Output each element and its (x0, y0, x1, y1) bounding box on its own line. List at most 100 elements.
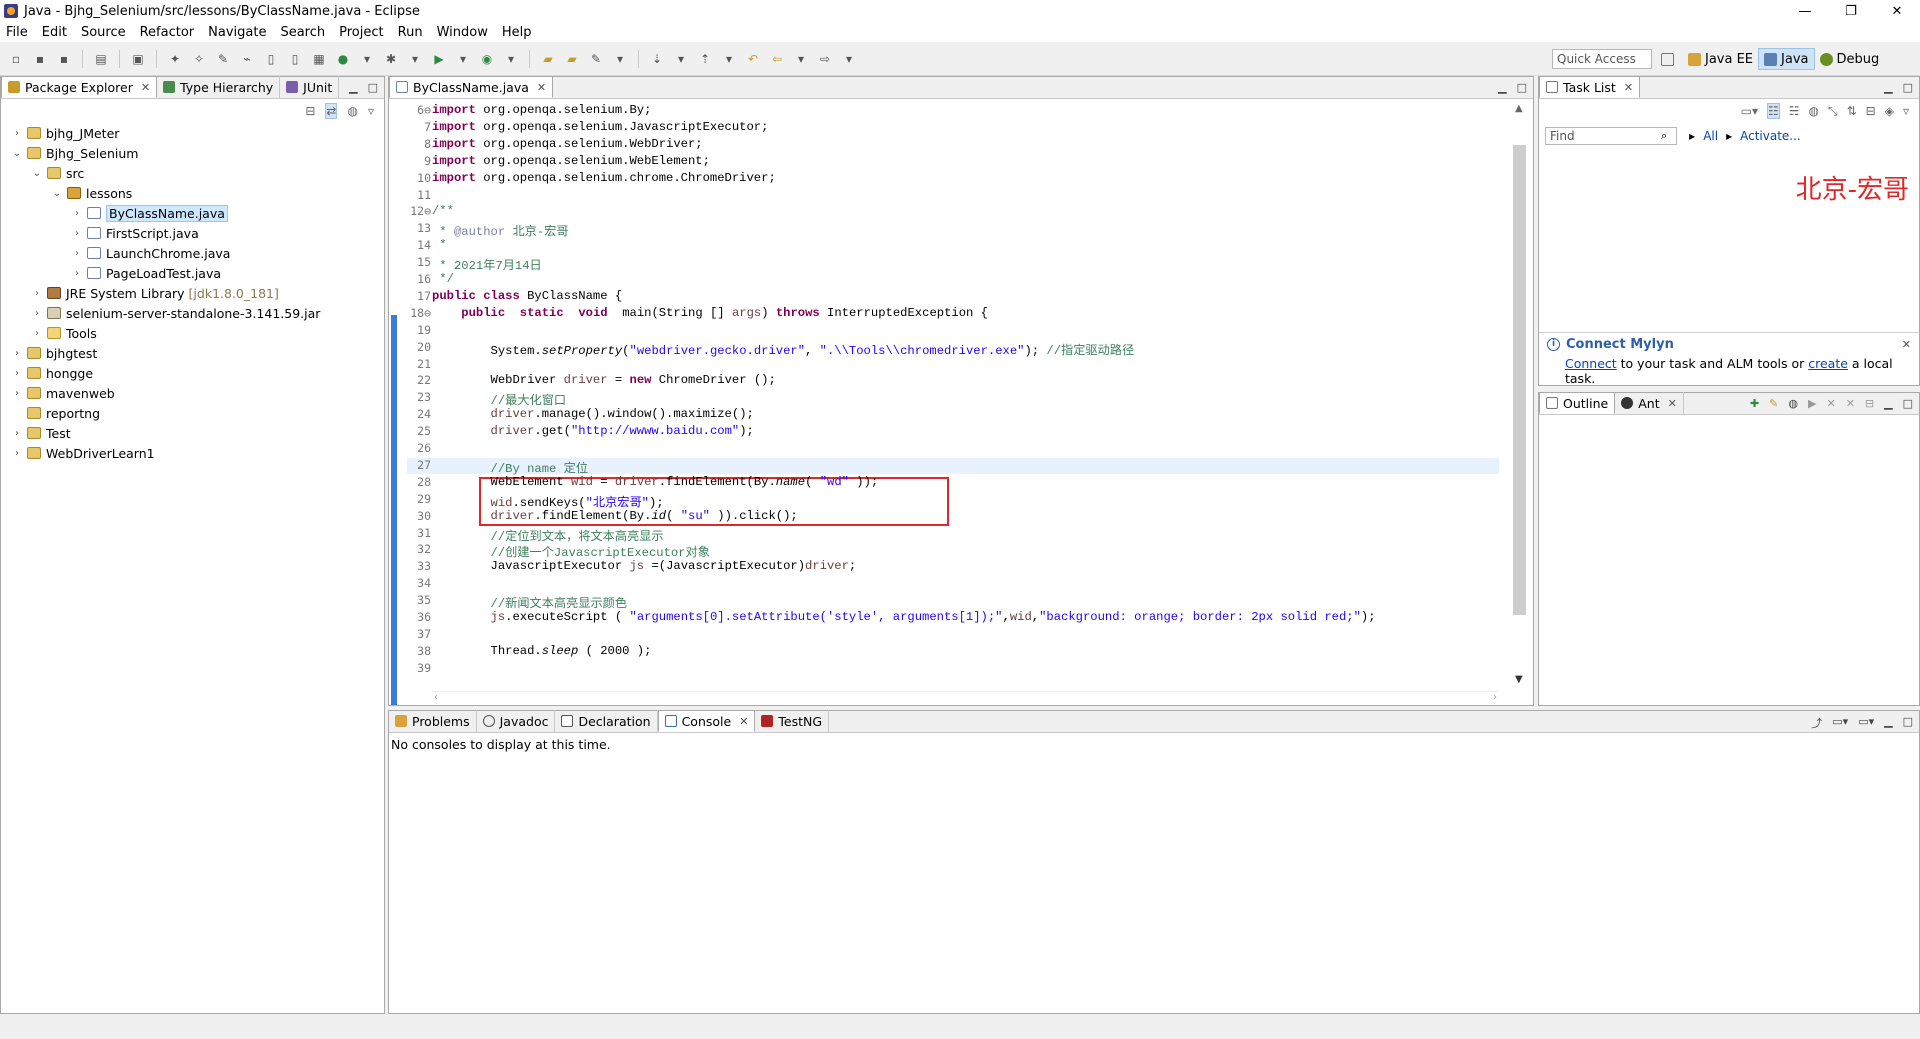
vertical-scrollbar[interactable]: ▲ ▼ (1499, 99, 1533, 705)
grid-icon[interactable]: ▦ (311, 51, 327, 67)
tab-problems[interactable]: Problems (389, 710, 477, 732)
focus-icon[interactable]: ◍ (1809, 104, 1819, 118)
search-buildfile-icon[interactable]: ✎ (1769, 397, 1778, 410)
tree-item[interactable]: reportng (1, 403, 384, 423)
show-ui-legend-icon[interactable]: ◈ (1885, 104, 1894, 118)
code-line[interactable]: WebElement wid = driver.findElement(By.n… (432, 475, 879, 489)
tab-testng[interactable]: TestNG (755, 710, 830, 732)
tree-item[interactable]: › ByClassName.java (1, 203, 384, 223)
maximize-view-icon[interactable]: □ (1517, 81, 1527, 94)
view-menu-icon[interactable]: ▿ (368, 104, 374, 118)
chevron-down-icon[interactable]: ⌄ (11, 148, 23, 159)
tree-item[interactable]: ⌄ src (1, 163, 384, 183)
open-folder-icon[interactable]: ▰ (540, 51, 556, 67)
task-find-input[interactable]: Find (1545, 127, 1677, 145)
chevron-down-icon[interactable]: ▾ (793, 51, 809, 67)
tree-item[interactable]: › selenium-server-standalone-3.141.59.jar (1, 303, 384, 323)
code-line[interactable]: public class ByClassName { (432, 289, 622, 303)
connect-link[interactable]: Connect (1565, 356, 1617, 371)
view-menu-icon[interactable]: ▿ (1903, 104, 1909, 118)
tree-item[interactable]: ⌄ lessons (1, 183, 384, 203)
code-line[interactable]: import org.openqa.selenium.JavascriptExe… (432, 120, 768, 134)
chevron-right-icon[interactable]: › (71, 228, 83, 239)
menu-file[interactable]: File (6, 25, 28, 40)
activate-link[interactable]: Activate... (1740, 129, 1801, 143)
code-line[interactable]: driver.get("http://wwww.baidu.com"); (432, 424, 754, 438)
chevron-right-icon[interactable]: › (71, 248, 83, 259)
last-edit-icon[interactable]: ↶ (745, 51, 761, 67)
chevron-down-icon[interactable]: ▾ (407, 51, 423, 67)
menu-edit[interactable]: Edit (42, 25, 67, 40)
code-line[interactable]: * 2021年7月14日 (432, 255, 541, 273)
tree-item[interactable]: › hongge (1, 363, 384, 383)
focus-icon[interactable]: ◍ (347, 104, 357, 118)
run-target-icon[interactable]: ◍ (1788, 397, 1798, 410)
remove-icon[interactable]: ✕ (1826, 397, 1835, 410)
close-icon[interactable]: ✕ (1624, 81, 1633, 94)
chevron-right-icon[interactable]: › (11, 448, 23, 459)
close-icon[interactable]: ✕ (739, 715, 748, 728)
code-line[interactable]: import org.openqa.selenium.WebDriver; (432, 137, 703, 151)
menu-search[interactable]: Search (280, 25, 325, 40)
close-icon[interactable]: ✕ (141, 81, 150, 94)
collapse-all-icon[interactable]: ⊟ (1866, 104, 1876, 118)
code-line[interactable]: //新闻文本高亮显示颜色 (432, 593, 628, 611)
tree-item[interactable]: › Tools (1, 323, 384, 343)
tree-item[interactable]: › LaunchChrome.java (1, 243, 384, 263)
code-line[interactable]: //最大化窗口 (432, 390, 567, 408)
open-perspective-button[interactable] (1656, 48, 1683, 70)
pin-console-icon[interactable]: ⤴ (1811, 715, 1822, 731)
tab-package-explorer[interactable]: Package Explorer ✕ (1, 76, 158, 98)
menu-project[interactable]: Project (339, 25, 383, 40)
tree-item[interactable]: › mavenweb (1, 383, 384, 403)
link-with-editor-icon[interactable]: ⇄ (325, 103, 338, 119)
collapse-icon[interactable]: ⤡ (1828, 104, 1838, 119)
code-line[interactable]: driver.manage().window().maximize(); (432, 407, 754, 421)
tree-item[interactable]: ⌄ Bjhg_Selenium (1, 143, 384, 163)
code-line[interactable]: * @author 北京-宏哥 (432, 221, 568, 239)
tab-console[interactable]: Console ✕ (657, 710, 756, 732)
chevron-down-icon[interactable]: ⌄ (31, 168, 43, 179)
menu-source[interactable]: Source (81, 25, 126, 40)
new-icon[interactable]: ▫ (8, 51, 24, 67)
new-task-icon[interactable]: ▭▾ (1741, 104, 1758, 118)
print-icon[interactable]: ▤ (93, 51, 109, 67)
tree-item[interactable]: › bjhg_JMeter (1, 123, 384, 143)
all-link[interactable]: All (1703, 129, 1718, 143)
scheduled-icon[interactable]: ☵ (1789, 104, 1800, 118)
scroll-left-icon[interactable]: ‹ (434, 692, 438, 703)
code-line[interactable]: //定位到文本，将文本高亮显示 (432, 526, 664, 544)
next-annotation-icon[interactable]: ⇣ (649, 51, 665, 67)
tree-item[interactable]: › FirstScript.java (1, 223, 384, 243)
code-line[interactable]: import org.openqa.selenium.chrome.Chrome… (432, 171, 776, 185)
code-line[interactable]: System.setProperty("webdriver.gecko.driv… (432, 340, 1135, 358)
quick-access-input[interactable]: Quick Access (1552, 49, 1652, 69)
chevron-down-icon[interactable]: ▾ (503, 51, 519, 67)
chevron-down-icon[interactable]: ▾ (612, 51, 628, 67)
chevron-right-icon[interactable]: › (71, 208, 83, 219)
minimize-view-icon[interactable]: ▁ (1884, 81, 1892, 94)
new-java-project-icon[interactable]: ● (335, 51, 351, 67)
tab-junit[interactable]: JUnit (280, 76, 340, 98)
chevron-right-icon[interactable]: › (31, 288, 43, 299)
close-icon[interactable]: ✕ (1902, 338, 1911, 351)
maximize-button[interactable]: ❐ (1828, 0, 1874, 22)
chevron-right-icon[interactable]: › (11, 128, 23, 139)
code-area[interactable]: ▲ ▼ ‹ › 6⊖ import org.openqa.selenium.By;… (389, 99, 1533, 705)
menu-run[interactable]: Run (398, 25, 423, 40)
add-buildfile-icon[interactable]: ✚ (1750, 397, 1759, 410)
tree-item[interactable]: › PageLoadTest.java (1, 263, 384, 283)
chevron-right-icon[interactable]: › (11, 348, 23, 359)
scroll-right-icon[interactable]: › (1493, 692, 1497, 703)
open-type-icon[interactable]: ▯ (263, 51, 279, 67)
maximize-view-icon[interactable]: □ (368, 81, 378, 94)
chevron-down-icon[interactable]: ⌄ (51, 188, 63, 199)
menu-navigate[interactable]: Navigate (208, 25, 266, 40)
pencil-icon[interactable]: ✎ (588, 51, 604, 67)
code-line[interactable]: js.executeScript ( "arguments[0].setAttr… (432, 610, 1376, 624)
run-icon[interactable]: ▶ (1808, 397, 1816, 410)
chevron-down-icon[interactable]: ▾ (721, 51, 737, 67)
code-line[interactable]: driver.findElement(By.id( "su" )).click(… (432, 509, 798, 523)
external-tools-icon[interactable]: ◉ (479, 51, 495, 67)
terminal-icon[interactable]: ▣ (130, 51, 146, 67)
